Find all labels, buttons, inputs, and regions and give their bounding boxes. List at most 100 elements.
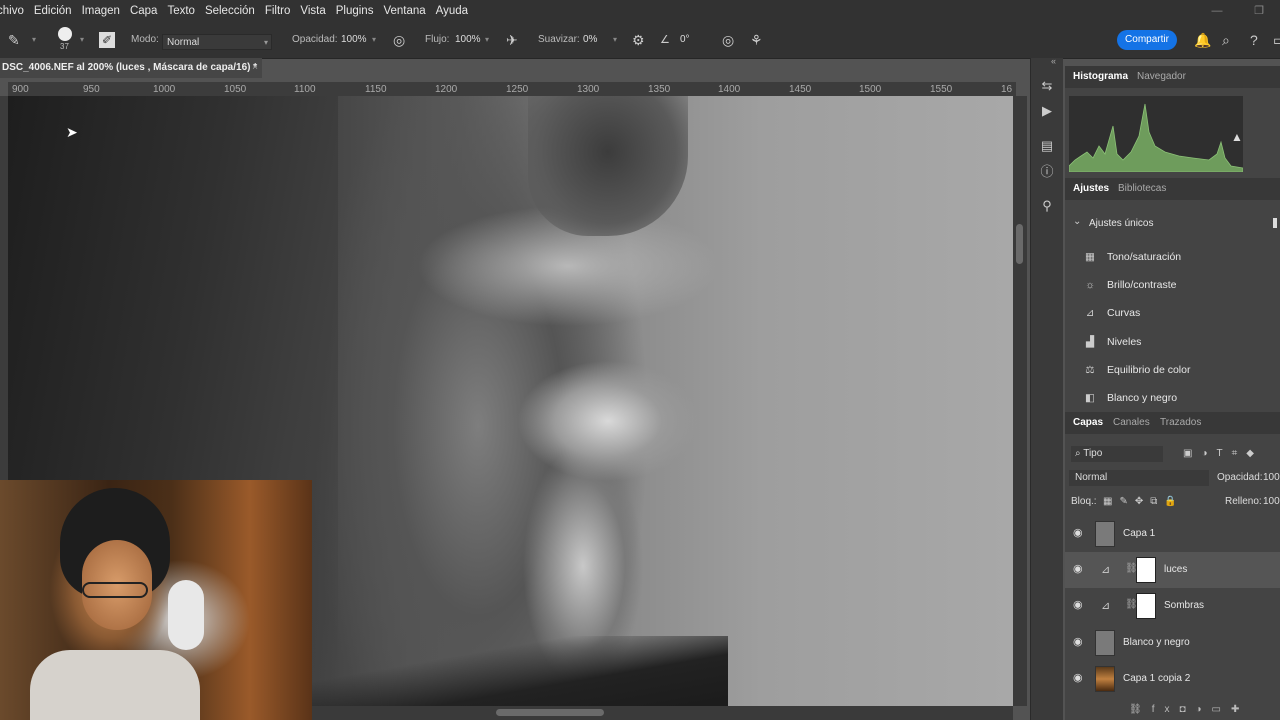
histogram-chart: ▲ <box>1069 96 1243 172</box>
brush-dropdown-icon[interactable]: ▾ <box>80 34 90 46</box>
tab-capas[interactable]: Capas <box>1073 412 1103 434</box>
layer-opacity-input[interactable]: 100 <box>1263 470 1280 486</box>
smooth-dropdown-icon[interactable]: ▾ <box>613 34 623 46</box>
vertical-scrollbar[interactable] <box>1013 96 1027 706</box>
ruler-tick: 1350 <box>648 84 671 95</box>
ruler-tick: 1150 <box>365 84 387 95</box>
histogram-tabs: Histograma Navegador <box>1065 66 1280 88</box>
adj-item-black-white[interactable]: ◧ Blanco y negro <box>1081 387 1177 409</box>
vertical-ruler <box>0 96 8 486</box>
menu-imagen[interactable]: Imagen <box>77 0 125 22</box>
document-tab[interactable]: DSC_4006.NEF al 200% (luces , Máscara de… <box>0 58 262 78</box>
ruler-tick: 1550 <box>930 84 953 95</box>
brush-preview-icon[interactable] <box>58 27 72 41</box>
menu-ventana[interactable]: Ventana <box>378 0 430 22</box>
angle-input[interactable]: 0° <box>680 33 690 47</box>
tab-ajustes[interactable]: Ajustes <box>1073 178 1109 200</box>
layer-mask-thumbnail[interactable] <box>1136 593 1156 619</box>
adj-item-curves[interactable]: ⊿ Curvas <box>1081 302 1141 324</box>
stamp-icon[interactable]: ⚲ <box>1039 198 1055 214</box>
tool-preset-dropdown-icon[interactable]: ▾ <box>32 34 42 46</box>
layer-row[interactable]: ◉ ⊿ ⛓ Sombras <box>1065 588 1280 624</box>
mode-select[interactable]: Normal ▾ <box>162 34 272 50</box>
menu-archivo[interactable]: chivo <box>0 0 29 22</box>
tab-bibliotecas[interactable]: Bibliotecas <box>1118 178 1166 200</box>
webcam-person-glasses <box>82 582 148 598</box>
flow-input[interactable]: 100% <box>455 33 481 47</box>
eye-icon[interactable]: ◉ <box>1073 635 1083 648</box>
vertical-scroll-thumb[interactable] <box>1016 224 1023 264</box>
minimize-icon[interactable]: — <box>1196 0 1238 22</box>
bell-icon[interactable]: 🔔 <box>1194 22 1211 58</box>
properties-icon[interactable]: ▤ <box>1039 138 1055 154</box>
warning-triangle-icon[interactable]: ▲ <box>1231 130 1243 144</box>
share-button[interactable]: Compartir <box>1117 30 1177 50</box>
layers-tabs: Capas Canales Trazados <box>1065 412 1280 434</box>
smooth-input[interactable]: 0% <box>583 33 597 47</box>
search-icon[interactable]: ⌕ <box>1222 22 1230 58</box>
adj-item-hue-saturation[interactable]: ▦ Tono/saturación <box>1081 246 1181 268</box>
mode-value: Normal <box>167 37 200 48</box>
layer-row[interactable]: ◉ Blanco y negro <box>1065 625 1280 661</box>
tab-canales[interactable]: Canales <box>1113 412 1150 434</box>
eye-icon[interactable]: ◉ <box>1073 598 1083 611</box>
layer-row[interactable]: ◉ Capa 1 copia 2 <box>1065 661 1280 697</box>
eye-icon[interactable]: ◉ <box>1073 671 1083 684</box>
tab-histograma[interactable]: Histograma <box>1073 66 1128 88</box>
horizontal-scroll-thumb[interactable] <box>496 709 604 716</box>
lock-icons[interactable]: ▦✎✥⧉🔒 <box>1103 494 1184 510</box>
opacity-input[interactable]: 100% <box>341 33 367 47</box>
actions-play-icon[interactable]: ▶ <box>1039 103 1055 119</box>
layer-row[interactable]: ◉ Capa 1 <box>1065 516 1280 552</box>
ruler-tick: 1500 <box>859 84 882 95</box>
canvas-shoulder-region <box>308 636 728 706</box>
layer-thumbnail <box>1095 521 1115 547</box>
brush-tool-icon[interactable]: ✎ <box>8 22 20 58</box>
ruler-tick: 950 <box>83 84 100 95</box>
menu-ayuda[interactable]: Ayuda <box>431 0 473 22</box>
pressure-size-icon[interactable]: ◎ <box>722 22 734 58</box>
layers-footer-icons[interactable]: ⛓fx◘◑▭✚ <box>1129 702 1249 718</box>
adj-item-color-balance[interactable]: ⚖ Equilibrio de color <box>1081 359 1190 381</box>
brush-settings-icon[interactable]: ✐ <box>99 32 115 48</box>
menu-plugins[interactable]: Plugins <box>331 0 379 22</box>
fill-input[interactable]: 100 <box>1263 494 1280 510</box>
airbrush-icon[interactable]: ✈ <box>506 22 518 58</box>
ruler-tick: 1200 <box>435 84 458 95</box>
layer-mask-thumbnail[interactable] <box>1136 557 1156 583</box>
menu-texto[interactable]: Texto <box>162 0 200 22</box>
adj-item-brightness-contrast[interactable]: ☼ Brillo/contraste <box>1081 274 1176 296</box>
info-icon[interactable]: ⓘ <box>1039 164 1055 180</box>
eye-icon[interactable]: ◉ <box>1073 562 1083 575</box>
flow-dropdown-icon[interactable]: ▾ <box>485 34 495 46</box>
menu-filtro[interactable]: Filtro <box>260 0 296 22</box>
pressure-opacity-icon[interactable]: ◎ <box>393 22 405 58</box>
symmetry-butterfly-icon[interactable]: ⚘ <box>750 22 763 58</box>
blend-mode-select[interactable]: Normal <box>1069 470 1209 486</box>
tab-navegador[interactable]: Navegador <box>1137 66 1186 88</box>
layer-filter-icons[interactable]: ▣◑T⌗◆ <box>1183 446 1263 462</box>
adj-item-levels[interactable]: ▟ Niveles <box>1081 331 1141 353</box>
menu-capa[interactable]: Capa <box>125 0 163 22</box>
chevron-down-icon[interactable]: ⌄ <box>1073 216 1081 227</box>
history-icon[interactable]: ⇆ <box>1039 78 1055 94</box>
gear-icon[interactable]: ⚙ <box>632 22 645 58</box>
collapse-panels-icon[interactable]: « <box>1051 56 1056 66</box>
maximize-icon[interactable]: ❐ <box>1238 0 1280 22</box>
layer-filter-select[interactable]: ⌕ Tipo <box>1071 446 1163 462</box>
menu-edicion[interactable]: Edición <box>29 0 77 22</box>
panel-menu-icon[interactable] <box>1273 218 1277 228</box>
help-icon[interactable]: ? <box>1250 22 1258 58</box>
close-tab-icon[interactable]: × <box>252 58 258 78</box>
layer-name: luces <box>1164 564 1188 575</box>
adj-label: Blanco y negro <box>1107 392 1178 404</box>
menu-seleccion[interactable]: Selección <box>200 0 260 22</box>
workspace-icon[interactable]: ▭ <box>1273 22 1280 58</box>
menu-vista[interactable]: Vista <box>295 0 330 22</box>
opacity-dropdown-icon[interactable]: ▾ <box>372 34 382 46</box>
layer-row[interactable]: ◉ ⊿ ⛓ luces <box>1065 552 1280 588</box>
eye-icon[interactable]: ◉ <box>1073 526 1083 539</box>
hue-saturation-icon: ▦ <box>1085 251 1095 263</box>
tab-trazados[interactable]: Trazados <box>1160 412 1201 434</box>
panel-icon-column: « ⇆ ▶ ▤ ⓘ ⚲ <box>1030 56 1063 720</box>
